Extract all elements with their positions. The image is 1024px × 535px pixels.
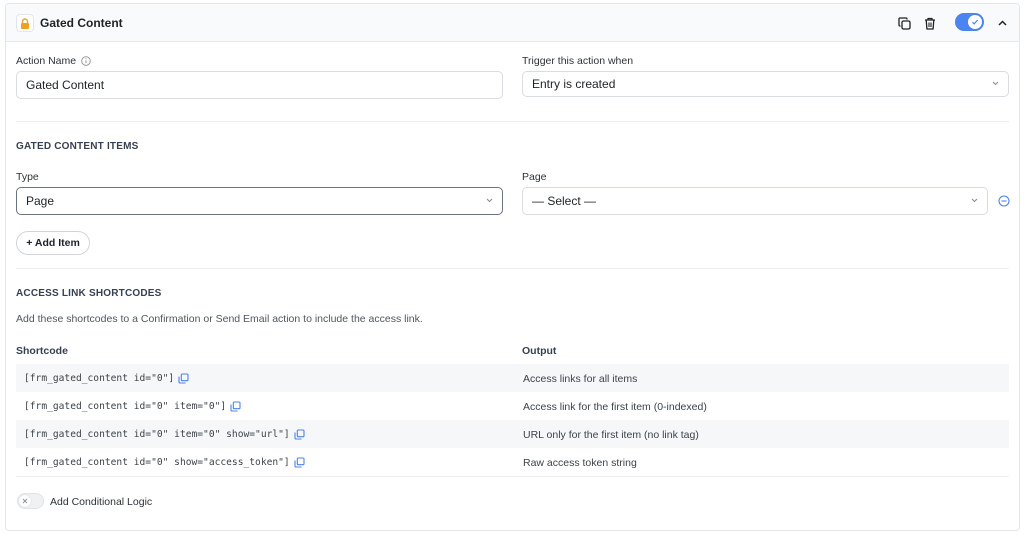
lock-icon (16, 14, 34, 32)
action-name-label: Action Name (16, 55, 91, 67)
copy-icon[interactable] (294, 429, 305, 440)
shortcodes-description: Add these shortcodes to a Confirmation o… (16, 313, 423, 325)
divider (16, 121, 1009, 122)
gated-items-section-title: GATED CONTENT ITEMS (16, 141, 139, 152)
shortcode-text: [frm_gated_content id="0" item="0"] (24, 401, 227, 412)
chevron-up-icon[interactable] (994, 15, 1010, 31)
output-cell: Access link for the first item (0-indexe… (523, 401, 707, 413)
action-title: Gated Content (40, 16, 123, 30)
copy-icon[interactable] (230, 401, 241, 412)
add-item-button[interactable]: + Add Item (16, 231, 90, 255)
output-column-header: Output (522, 345, 557, 357)
conditional-logic-toggle[interactable] (17, 493, 44, 509)
type-select-value: Page (26, 194, 55, 208)
close-icon (19, 495, 31, 507)
trigger-select-value: Entry is created (532, 77, 616, 91)
type-select[interactable]: Page (16, 187, 503, 215)
shortcode-cell: [frm_gated_content id="0" show="access_t… (24, 457, 305, 468)
action-panel: Gated Content Action Name Gated Content … (5, 3, 1020, 531)
page-select-value: — Select — (532, 194, 597, 208)
trigger-select[interactable]: Entry is created (522, 71, 1009, 97)
shortcode-cell: [frm_gated_content id="0"] (24, 373, 189, 384)
output-cell: Access links for all items (523, 373, 638, 385)
action-enabled-toggle[interactable] (955, 13, 984, 31)
output-cell: URL only for the first item (no link tag… (523, 429, 699, 441)
action-name-label-text: Action Name (16, 55, 77, 67)
page-select[interactable]: — Select — (522, 187, 988, 215)
output-cell: Raw access token string (523, 457, 637, 469)
type-label: Type (16, 171, 39, 183)
table-row: [frm_gated_content id="0" item="0"] Acce… (16, 392, 1009, 420)
copy-icon[interactable] (178, 373, 189, 384)
trash-icon[interactable] (922, 15, 938, 31)
chevron-down-icon (486, 198, 493, 203)
shortcode-text: [frm_gated_content id="0"] (24, 373, 175, 384)
shortcode-cell: [frm_gated_content id="0" item="0" show=… (24, 429, 305, 440)
shortcode-text: [frm_gated_content id="0" show="access_t… (24, 457, 290, 468)
trigger-label: Trigger this action when (522, 55, 634, 67)
info-icon[interactable] (81, 56, 91, 66)
conditional-logic-label[interactable]: Add Conditional Logic (50, 496, 152, 508)
chevron-down-icon (971, 198, 978, 203)
table-row: [frm_gated_content id="0" show="access_t… (16, 448, 1009, 476)
divider (16, 476, 1009, 477)
divider (16, 268, 1009, 269)
shortcode-text: [frm_gated_content id="0" item="0" show=… (24, 429, 290, 440)
chevron-down-icon (992, 81, 999, 86)
table-row: [frm_gated_content id="0"] Access links … (16, 364, 1009, 392)
page-label: Page (522, 171, 547, 183)
shortcodes-section-title: ACCESS LINK SHORTCODES (16, 288, 162, 299)
toggle-check-icon (968, 15, 982, 29)
action-header[interactable]: Gated Content (6, 4, 1019, 42)
table-row: [frm_gated_content id="0" item="0" show=… (16, 420, 1009, 448)
shortcode-cell: [frm_gated_content id="0" item="0"] (24, 401, 241, 412)
remove-item-icon[interactable] (998, 195, 1010, 207)
copy-icon[interactable] (294, 457, 305, 468)
shortcode-column-header: Shortcode (16, 345, 68, 357)
duplicate-icon[interactable] (896, 15, 912, 31)
action-name-input[interactable]: Gated Content (16, 71, 503, 99)
